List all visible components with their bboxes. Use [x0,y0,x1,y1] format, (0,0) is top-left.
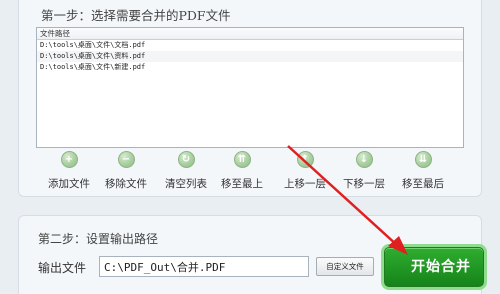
arrow-down-icon: ↓ [355,151,373,168]
clear-list-label: 清空列表 [165,178,207,190]
move-down-label: 下移一层 [343,178,385,190]
plus-icon: + [60,151,78,168]
move-down-button[interactable]: ↓ 下移一层 [332,151,396,191]
step2-title: 第二步：设置输出路径 [38,232,159,246]
move-to-top-label: 移至最上 [221,178,263,190]
move-top-icon: ⇈ [233,151,251,168]
file-list-item[interactable]: D:\tools\桌面\文件\文档.pdf [37,40,463,51]
output-path-input[interactable] [99,256,309,277]
move-up-button[interactable]: ↑ 上移一层 [273,151,337,191]
clear-list-button[interactable]: ↻ 清空列表 [154,151,218,191]
start-merge-button[interactable]: 开始合并 [384,247,484,287]
move-bottom-icon: ⇊ [414,151,432,168]
move-to-bottom-label: 移至最后 [402,178,444,190]
step1-title: 第一步：选择需要合并的PDF文件 [41,8,231,23]
minus-icon: − [117,151,135,168]
remove-file-label: 移除文件 [105,178,147,190]
output-file-label: 输出文件 [38,261,87,275]
file-list-item[interactable]: D:\tools\桌面\文件\资料.pdf [37,51,463,62]
step2-panel: 第二步：设置输出路径 输出文件 自定义文件 开始合并 [18,215,484,294]
add-file-button[interactable]: + 添加文件 [37,151,101,191]
move-up-label: 上移一层 [284,178,326,190]
remove-file-button[interactable]: − 移除文件 [94,151,158,191]
file-toolbar: + 添加文件 − 移除文件 ↻ 清空列表 ⇈ 移至最上 ↑ 上移一层 ↓ 下移一… [19,151,483,197]
refresh-icon: ↻ [177,151,195,168]
step1-panel: 第一步：选择需要合并的PDF文件 文件路径 D:\tools\桌面\文件\文档.… [18,0,482,197]
custom-file-button[interactable]: 自定义文件 [316,257,374,276]
file-list[interactable]: 文件路径 D:\tools\桌面\文件\文档.pdf D:\tools\桌面\文… [36,27,464,148]
add-file-label: 添加文件 [48,178,90,190]
file-list-item[interactable]: D:\tools\桌面\文件\新建.pdf [37,62,463,73]
arrow-up-icon: ↑ [296,151,314,168]
move-to-bottom-button[interactable]: ⇊ 移至最后 [391,151,455,191]
move-to-top-button[interactable]: ⇈ 移至最上 [210,151,274,191]
list-header-file-path[interactable]: 文件路径 [37,28,463,40]
